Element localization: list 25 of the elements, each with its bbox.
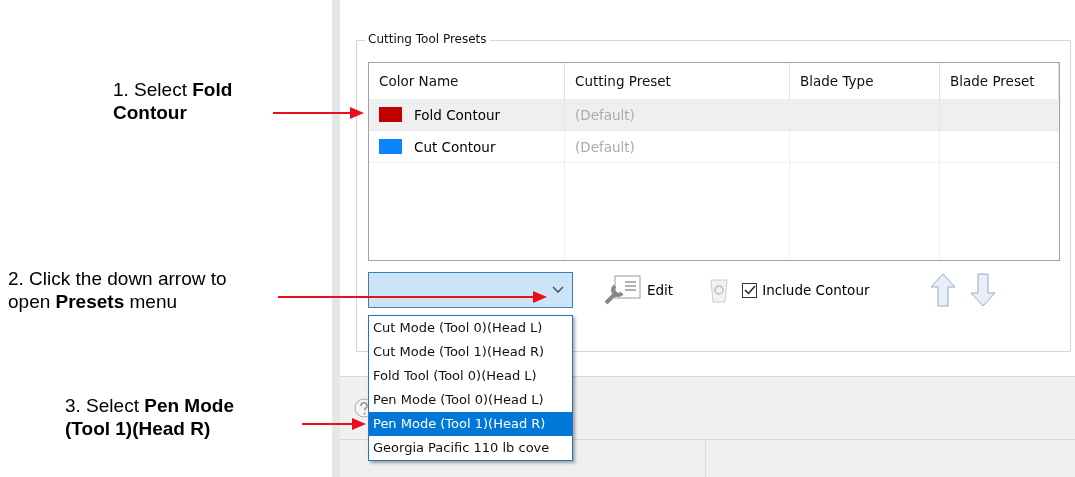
annotation-text: 3. Select Pen Mode (Tool 1)(Head R) [65, 394, 235, 440]
up-arrow-icon[interactable] [929, 273, 956, 307]
preset-dropdown[interactable] [368, 272, 573, 308]
arrow [302, 417, 366, 431]
preset-option[interactable]: Pen Mode (Tool 1)(Head R) [369, 412, 572, 436]
chevron-down-icon [552, 286, 564, 294]
table-row[interactable]: Fold Contour (Default) [369, 99, 1059, 131]
wrench-icon [603, 274, 641, 306]
down-arrow-icon[interactable] [969, 273, 996, 307]
checkbox-label: Include Contour [762, 282, 870, 298]
preset-option[interactable]: Fold Tool (Tool 0)(Head L) [369, 364, 572, 388]
annotation-text: 1. Select Fold Contour [113, 78, 234, 124]
preset-option[interactable]: Pen Mode (Tool 0)(Head L) [369, 388, 572, 412]
color-name: Fold Contour [414, 106, 501, 123]
group-title: Cutting Tool Presets [365, 32, 490, 46]
checkbox[interactable] [742, 282, 758, 298]
preset-option[interactable]: Cut Mode (Tool 1)(Head R) [369, 340, 572, 364]
cutting-preset-cell: (Default) [575, 138, 635, 155]
cutting-preset-cell: (Default) [575, 106, 635, 123]
preset-option[interactable]: Cut Mode (Tool 0)(Head L) [369, 316, 572, 340]
table-row[interactable]: Cut Contour (Default) [369, 131, 1059, 163]
annotation-text: 2. Click the down arrow to open Presets menu [8, 267, 228, 313]
color-name: Cut Contour [414, 138, 496, 155]
preset-option[interactable]: Georgia Pacific 110 lb cove [369, 436, 572, 460]
edit-button[interactable]: Edit [603, 274, 674, 306]
